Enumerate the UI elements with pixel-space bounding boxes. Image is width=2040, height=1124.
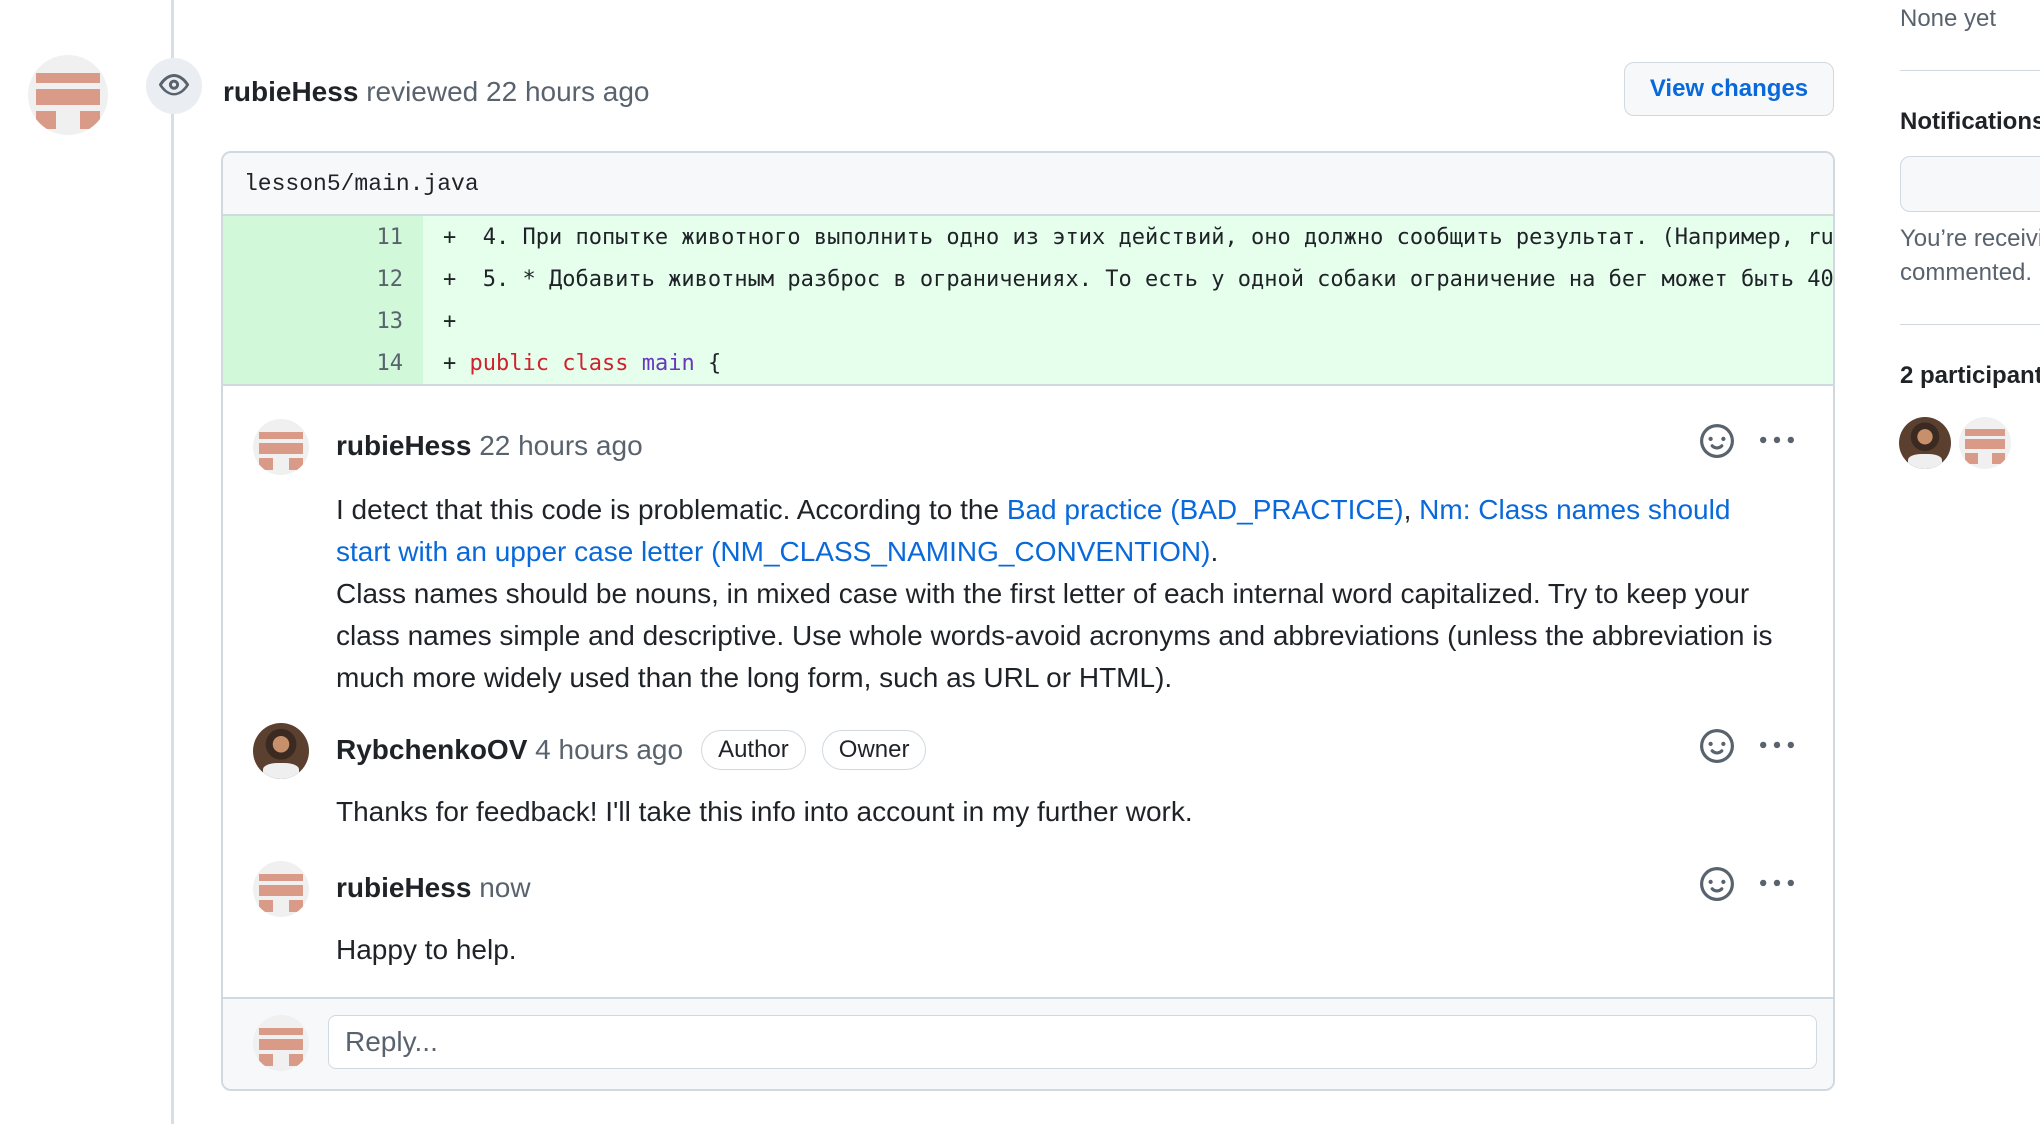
review-header: rubieHess reviewed 22 hours ago (223, 72, 650, 112)
comment-time[interactable]: 4 hours ago (535, 730, 683, 770)
bad-practice-link[interactable]: Bad practice (BAD_PRACTICE) (1007, 494, 1404, 525)
kebab-menu-icon[interactable] (1757, 421, 1797, 461)
review-action: reviewed (366, 76, 479, 107)
comment-avatar[interactable] (253, 861, 309, 917)
comment-body-rest: Class names should be nouns, in mixed ca… (336, 578, 1773, 693)
owner-label: Owner (821, 730, 927, 770)
sidebar-divider (1900, 70, 2040, 71)
participant-avatar-rubiehess[interactable] (1959, 417, 2011, 469)
comment-header: rubieHess now (336, 868, 531, 908)
timeline-line (171, 0, 174, 1124)
keyword-public: public (469, 350, 549, 376)
comment-body-period: . (1210, 536, 1219, 567)
line-number[interactable]: 11 (223, 216, 423, 258)
comment-header: rubieHess 22 hours ago (336, 426, 643, 466)
line-code: + public class main { (423, 342, 1833, 384)
notifications-text-cont: commented. (1900, 259, 2033, 286)
subscribe-button[interactable] (1900, 156, 2040, 212)
smiley-icon[interactable] (1697, 421, 1737, 461)
milestone-value: None yet (1900, 5, 1997, 32)
comment-time[interactable]: 22 hours ago (479, 426, 642, 466)
open-brace: { (707, 350, 722, 376)
diff-hunk: 11 + 4. При попытке животного выполнить … (223, 216, 1833, 386)
comment-author[interactable]: rubieHess (336, 868, 471, 908)
line-code: + (423, 300, 1833, 342)
review-thread: lesson5/main.java 11 + 4. При попытке жи… (221, 151, 1835, 1091)
kebab-menu-icon[interactable] (1757, 726, 1797, 766)
smiley-icon[interactable] (1697, 726, 1737, 766)
class-name: main (641, 350, 695, 376)
reply-input[interactable]: Reply... (328, 1015, 1817, 1069)
reviewer-avatar[interactable] (28, 55, 108, 135)
comment-body: Thanks for feedback! I'll take this info… (336, 796, 1193, 827)
reply-area: Reply... (223, 997, 1833, 1089)
comment-avatar[interactable] (253, 419, 309, 475)
sidebar-divider (1900, 324, 2040, 325)
author-label: Author (701, 730, 806, 770)
diff-line: 13 + (223, 300, 1833, 342)
eye-icon (146, 58, 202, 114)
comment-avatar[interactable] (253, 723, 309, 779)
diff-line: 14 + public class main { (223, 342, 1833, 384)
review-time[interactable]: 22 hours ago (486, 76, 649, 107)
line-code: + 4. При попытке животного выполнить одн… (423, 216, 1833, 258)
line-number[interactable]: 12 (223, 258, 423, 300)
notifications-text: You’re receiving notifications because y… (1900, 225, 2040, 252)
file-path[interactable]: lesson5/main.java (223, 153, 1833, 216)
keyword-class: class (562, 350, 629, 376)
comment-header: RybchenkoOV 4 hours ago Author Owner (336, 730, 927, 770)
comment-body: I detect that this code is problematic. … (336, 489, 1773, 699)
comment-body-separator: , (1403, 494, 1412, 525)
participants-heading: 2 participants (1900, 362, 2040, 389)
smiley-icon[interactable] (1697, 864, 1737, 904)
notifications-heading: Notifications (1900, 108, 2040, 135)
participant-avatar-rybchenkoov[interactable] (1899, 417, 1951, 469)
comment-author[interactable]: RybchenkoOV (336, 730, 527, 770)
line-number[interactable]: 14 (223, 342, 423, 384)
view-changes-button[interactable]: View changes (1624, 62, 1834, 116)
comment-author[interactable]: rubieHess (336, 426, 471, 466)
comment-body-intro: I detect that this code is problematic. … (336, 494, 1000, 525)
review-author[interactable]: rubieHess (223, 76, 358, 107)
comment-body: Happy to help. (336, 934, 517, 965)
right-sidebar: None yet Notifications You’re receiving … (1899, 0, 2040, 1124)
diff-line: 12 + 5. * Добавить животным разброс в ог… (223, 258, 1833, 300)
diff-prefix: + (443, 350, 470, 376)
line-number[interactable]: 13 (223, 300, 423, 342)
current-user-avatar (253, 1015, 309, 1071)
file-path-text[interactable]: lesson5/main.java (244, 171, 479, 197)
diff-line: 11 + 4. При попытке животного выполнить … (223, 216, 1833, 258)
kebab-menu-icon[interactable] (1757, 864, 1797, 904)
line-code: + 5. * Добавить животным разброс в огран… (423, 258, 1833, 300)
comment-time[interactable]: now (479, 868, 530, 908)
